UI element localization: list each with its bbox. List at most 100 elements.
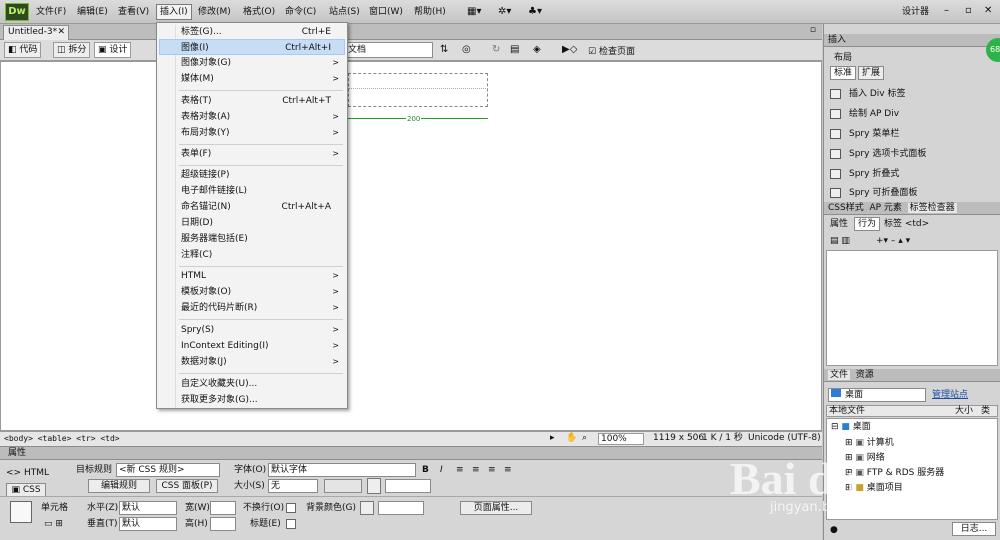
bgcolor-swatch[interactable]	[360, 501, 374, 515]
local-files-column[interactable]: 本地文件	[829, 406, 865, 416]
text-color-swatch[interactable]	[367, 478, 381, 494]
css-styles-tab[interactable]: CSS样式	[828, 203, 864, 213]
spry-menubar-item[interactable]: Spry 菜单栏	[830, 126, 899, 142]
tree-item-desktop[interactable]: ⊟ ■ 桌面	[831, 421, 871, 433]
menu-item-recent-snippets[interactable]: 最近的代码片断(R) >	[159, 300, 345, 316]
type-column[interactable]: 类	[981, 406, 990, 416]
check-page-button[interactable]: ☑ 检查页面	[588, 44, 635, 57]
assets-tab[interactable]: 资源	[856, 370, 874, 380]
manage-sites-link[interactable]: 管理站点	[932, 389, 968, 401]
title-field[interactable]: 文档	[343, 42, 433, 58]
menu-item-data-objects[interactable]: 数据对象(J) >	[159, 354, 345, 370]
standard-mode-button[interactable]: 标准	[830, 66, 856, 80]
insert-panel-header[interactable]: 插入	[824, 34, 1000, 47]
tree-item-ftp[interactable]: ⊞ ▣ FTP & RDS 服务器	[845, 467, 944, 479]
italic-icon[interactable]: I	[440, 464, 443, 476]
insert-panel-tab[interactable]: 插入	[828, 35, 846, 45]
site-icon[interactable]: ♣▾	[528, 6, 542, 17]
menu-window[interactable]: 窗口(W)	[369, 5, 403, 20]
menu-item-form[interactable]: 表单(F) >	[159, 146, 345, 162]
text-color-field[interactable]	[385, 479, 431, 493]
menu-format[interactable]: 格式(O)	[243, 5, 275, 20]
css-panel-button[interactable]: CSS 面板(P)	[156, 479, 218, 493]
expanded-mode-button[interactable]: 扩展	[858, 66, 884, 80]
code-view-button[interactable]: ◧ 代码	[4, 42, 42, 58]
design-view[interactable]: 200	[0, 61, 822, 431]
maximize-icon[interactable]: ▫	[965, 5, 972, 16]
menu-item-customize-favorites[interactable]: 自定义收藏夹(U)...	[159, 376, 345, 392]
justify-icon[interactable]: ≡	[504, 464, 512, 476]
vert-select[interactable]: 默认	[119, 517, 177, 531]
menu-item-server-include[interactable]: 服务器端包括(E)	[159, 231, 345, 247]
hand-tool-icon[interactable]: ✋	[566, 432, 577, 445]
view-options-icon[interactable]: ▤	[510, 44, 519, 55]
insert-category-select[interactable]: 布局	[834, 52, 852, 64]
close-icon[interactable]: ✕	[984, 5, 992, 16]
menu-item-get-more-objects[interactable]: 获取更多对象(G)...	[159, 392, 345, 408]
tag-inspector-tab[interactable]: 标签检查器	[907, 203, 957, 213]
document-tab[interactable]: Untitled-3* ✕	[3, 25, 69, 40]
zoom-tool-icon[interactable]: ⌕	[582, 432, 587, 445]
ap-elements-tab[interactable]: AP 元素	[869, 203, 901, 213]
zoom-select[interactable]: 100%	[598, 433, 644, 445]
close-tab-icon[interactable]: ✕	[57, 26, 65, 39]
size-column[interactable]: 大小	[955, 406, 973, 416]
files-tab[interactable]: 文件	[828, 370, 851, 380]
menu-site[interactable]: 站点(S)	[329, 5, 360, 20]
menu-item-named-anchor[interactable]: 命名锚记(N) Ctrl+Alt+A	[159, 199, 345, 215]
menu-modify[interactable]: 修改(M)	[198, 5, 231, 20]
bold-icon[interactable]: B	[422, 464, 429, 476]
table-cell-outline[interactable]	[348, 73, 488, 107]
page-properties-button[interactable]: 页面属性...	[460, 501, 532, 515]
menu-item-tag[interactable]: 标签(G)... Ctrl+E	[159, 24, 345, 40]
align-center-icon[interactable]: ≡	[472, 464, 480, 476]
menu-item-incontext-editing[interactable]: InContext Editing(I) >	[159, 338, 345, 354]
menu-insert[interactable]: 插入(I)	[156, 4, 192, 20]
split-view-button[interactable]: ◫ 拆分	[53, 42, 91, 58]
attributes-tab[interactable]: 属性	[830, 218, 848, 230]
html-mode-button[interactable]: <> HTML	[6, 467, 49, 479]
visual-aids-icon[interactable]: ◈	[533, 44, 541, 55]
spry-tabbed-item[interactable]: Spry 选项卡式面板	[830, 146, 926, 162]
draw-ap-div-item[interactable]: 绘制 AP Div	[830, 106, 899, 122]
menu-item-spry[interactable]: Spry(S) >	[159, 322, 345, 338]
log-button[interactable]: 日志...	[952, 522, 996, 536]
width-field[interactable]	[210, 501, 236, 515]
show-events-icon[interactable]: ▤ ▥	[830, 235, 850, 247]
nowrap-checkbox[interactable]	[286, 503, 296, 513]
menu-item-comment[interactable]: 注释(C)	[159, 247, 345, 263]
menu-item-media[interactable]: 媒体(M) >	[159, 71, 345, 87]
menu-item-template-objects[interactable]: 模板对象(O) >	[159, 284, 345, 300]
design-view-button[interactable]: ▣ 设计	[94, 42, 132, 58]
menu-item-image-objects[interactable]: 图像对象(G) >	[159, 55, 345, 71]
behaviors-tab[interactable]: 行为	[854, 217, 880, 231]
size-select[interactable]: 无	[268, 479, 318, 493]
menu-commands[interactable]: 命令(C)	[285, 5, 316, 20]
validate-icon[interactable]: ▶◇	[562, 44, 577, 55]
horz-select[interactable]: 默认	[119, 501, 177, 515]
preview-icon[interactable]: ◎	[462, 44, 471, 55]
tag-selector[interactable]: <body> <table> <tr> <td>	[4, 432, 120, 445]
file-management-icon[interactable]: ⇅	[440, 44, 448, 55]
gear-icon[interactable]: ✲▾	[498, 6, 511, 17]
spry-collapsible-item[interactable]: Spry 可折叠面板	[830, 185, 917, 201]
menu-help[interactable]: 帮助(H)	[414, 5, 446, 20]
header-checkbox[interactable]	[286, 519, 296, 529]
font-select[interactable]: 默认字体	[268, 463, 416, 477]
align-right-icon[interactable]: ≡	[488, 464, 496, 476]
bgcolor-field[interactable]	[378, 501, 424, 515]
minimize-icon[interactable]: –	[944, 5, 949, 16]
menu-item-table[interactable]: 表格(T) Ctrl+Alt+T	[159, 93, 345, 109]
size-unit-select[interactable]	[324, 479, 362, 493]
height-field[interactable]	[210, 517, 236, 531]
tree-item-computer[interactable]: ⊞ ▣ 计算机	[845, 437, 894, 449]
workspace-switcher[interactable]: 设计器	[902, 5, 929, 20]
merge-cells-icon[interactable]: ▭ ⊞	[44, 518, 63, 530]
menu-item-date[interactable]: 日期(D)	[159, 215, 345, 231]
restore-icon[interactable]: ▫	[810, 25, 816, 35]
menu-item-layout-objects[interactable]: 布局对象(Y) >	[159, 125, 345, 141]
menu-file[interactable]: 文件(F)	[36, 5, 66, 20]
add-behavior-icon[interactable]: +▾ – ▴ ▾	[876, 235, 910, 247]
css-mode-button[interactable]: ▣ CSS	[6, 483, 46, 497]
menu-edit[interactable]: 编辑(E)	[77, 5, 108, 20]
